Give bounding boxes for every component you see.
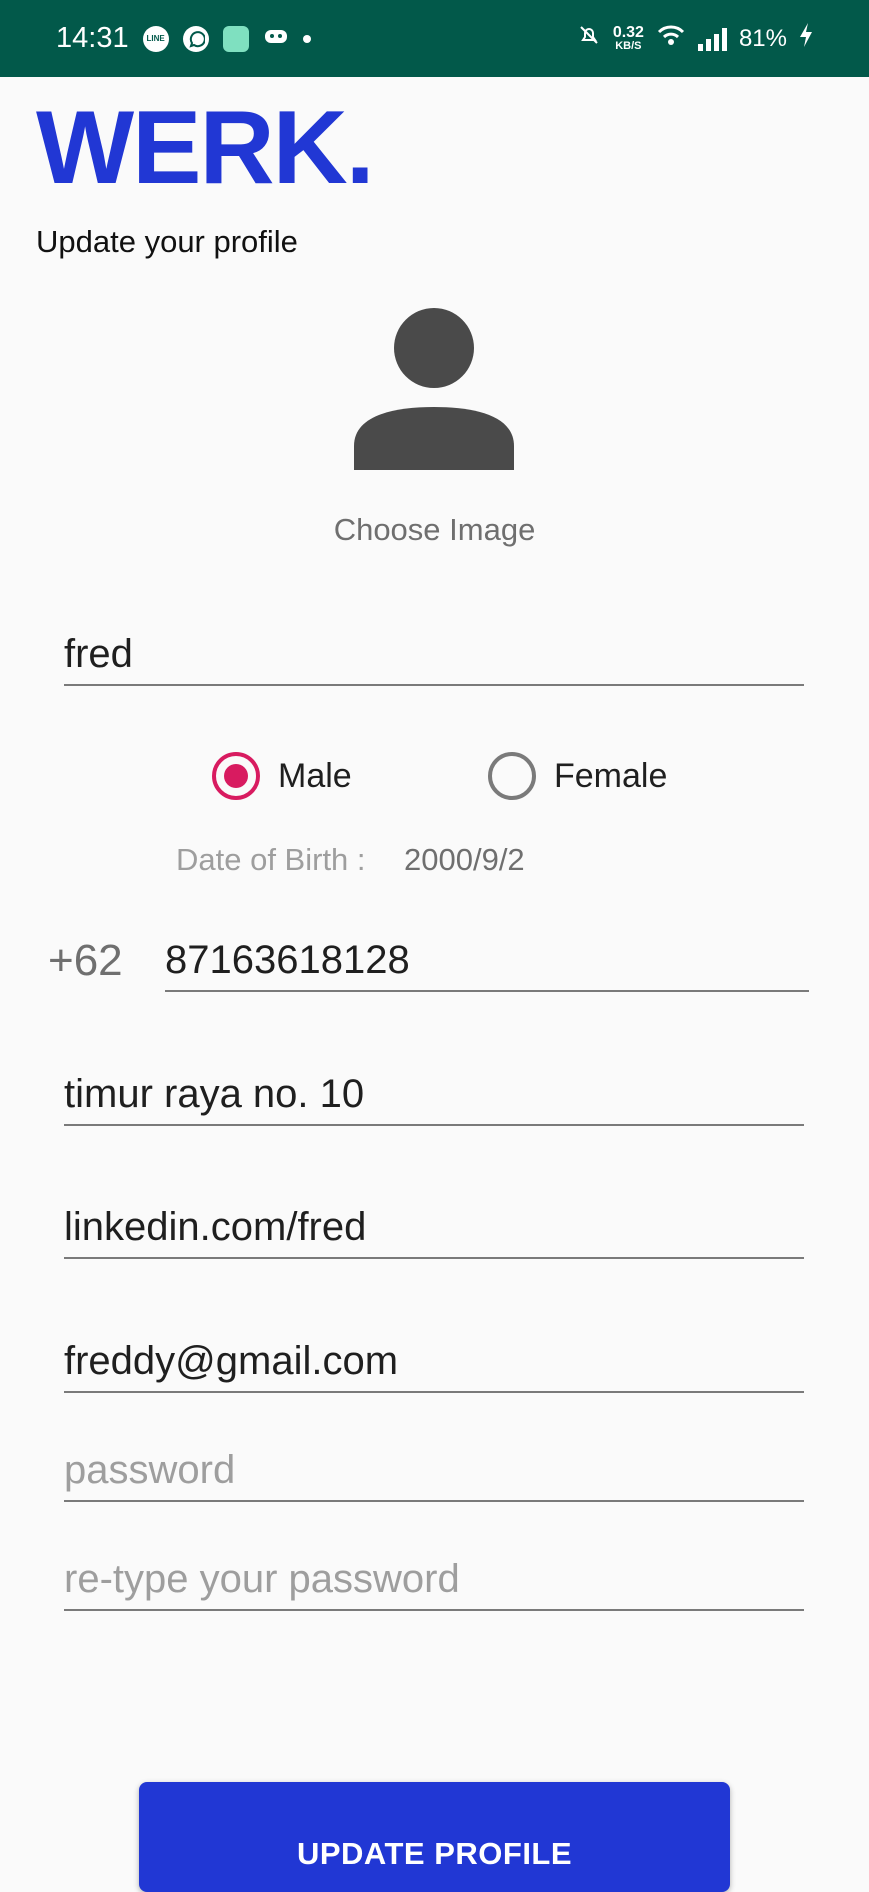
page-title: Update your profile: [36, 224, 298, 259]
line-icon: LINE: [142, 25, 169, 52]
update-profile-button[interactable]: UPDATE PROFILE: [139, 1782, 730, 1892]
radio-unchecked-icon[interactable]: [488, 752, 536, 800]
signal-icon: [697, 27, 727, 51]
avatar-placeholder-icon[interactable]: [352, 306, 516, 470]
gender-option-female[interactable]: Female: [488, 752, 667, 800]
charging-icon: [799, 22, 813, 55]
whatsapp-icon: [182, 25, 209, 52]
radio-checked-icon[interactable]: [212, 752, 260, 800]
linkedin-field[interactable]: linkedin.com/fred: [64, 1205, 804, 1259]
gender-option-label: Male: [278, 756, 352, 795]
app-logo: WERK.: [36, 90, 375, 206]
phone-field[interactable]: 87163618128: [165, 938, 809, 992]
email-field[interactable]: freddy@gmail.com: [64, 1339, 804, 1393]
address-field[interactable]: timur raya no. 10: [64, 1072, 804, 1126]
dob-value[interactable]: 2000/9/2: [404, 842, 525, 878]
net-speed: 0.32 KB/S: [613, 25, 644, 52]
notification-dot: [302, 34, 311, 43]
choose-image-button[interactable]: Choose Image: [0, 512, 869, 548]
password-field[interactable]: password: [64, 1448, 804, 1502]
gender-radio-group: Male Female: [0, 748, 869, 804]
status-bar: 14:31 LINE 0.32 KB/S 81%: [0, 0, 869, 77]
retype-password-field[interactable]: re-type your password: [64, 1557, 804, 1611]
status-time: 14:31: [56, 22, 129, 54]
gender-option-label: Female: [554, 756, 668, 795]
game-icon: [263, 26, 289, 51]
mute-icon: [577, 23, 601, 54]
app-icon: [222, 25, 249, 52]
gender-option-male[interactable]: Male: [212, 752, 352, 800]
wifi-icon: [656, 23, 686, 54]
phone-country-code: +62: [48, 936, 123, 985]
dob-label: Date of Birth :: [176, 842, 366, 877]
net-speed-unit: KB/S: [615, 40, 642, 52]
name-field[interactable]: fred: [64, 632, 804, 686]
battery-text: 81%: [738, 24, 787, 52]
net-speed-value: 0.32: [612, 24, 644, 41]
update-profile-label: UPDATE PROFILE: [296, 1836, 573, 1871]
